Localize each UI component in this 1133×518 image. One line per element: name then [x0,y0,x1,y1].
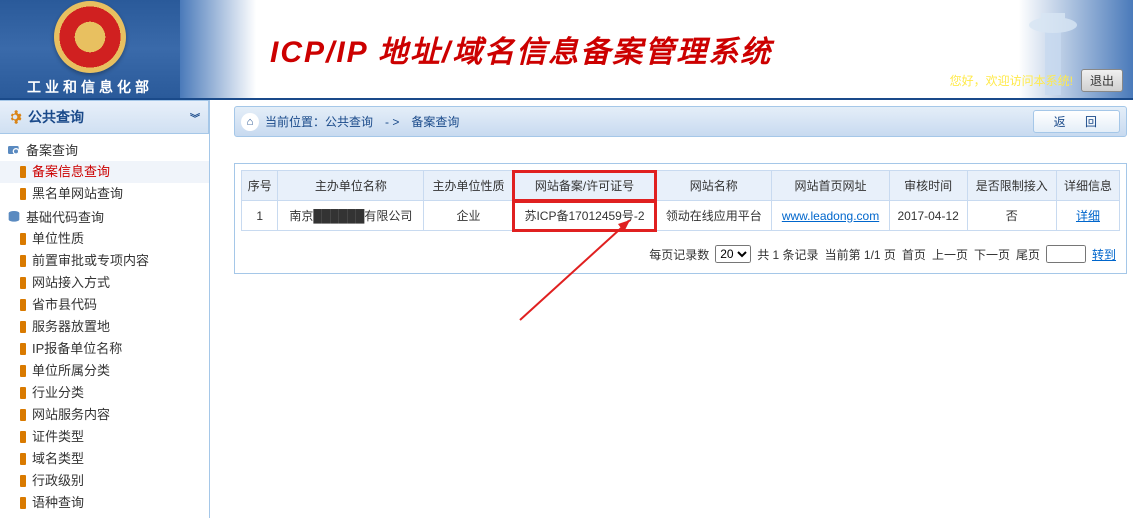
bullet-icon [20,409,26,421]
sidebar-item[interactable]: 网站接入方式 [0,272,209,294]
prev-page-link[interactable]: 上一页 [932,246,968,263]
total-records: 共 1 条记录 [757,246,818,263]
back-button[interactable]: 返 回 [1033,110,1120,133]
table-cell: 企业 [424,201,513,231]
table-cell: 否 [967,201,1056,231]
bullet-icon [20,321,26,333]
sidebar-item[interactable]: 服务器放置地 [0,316,209,338]
header-right: 您好，欢迎访问本系统! 退出 [950,69,1123,92]
pagination: 每页记录数 20 共 1 条记录 当前第 1/1 页 首页 上一页 下一页 尾页… [241,241,1120,267]
breadcrumb-bar: ⌂ 当前位置：公共查询 - > 备案查询 返 回 [234,106,1127,137]
national-emblem-icon [54,1,126,73]
bullet-icon [20,453,26,465]
table-cell: www.leadong.com [772,201,890,231]
site-url-link[interactable]: www.leadong.com [782,209,879,223]
bullet-icon [20,497,26,509]
table-header: 网站首页网址 [772,171,890,201]
table-cell: 1 [242,201,278,231]
table-cell: 2017-04-12 [889,201,967,231]
table-header: 主办单位名称 [278,171,424,201]
table-header: 审核时间 [889,171,967,201]
per-page-select[interactable]: 20 [715,245,751,263]
breadcrumb: 当前位置：公共查询 - > 备案查询 [265,113,1027,130]
org-name: 工业和信息化部 [27,77,153,97]
sidebar-item[interactable]: 行业分类 [0,382,209,404]
bullet-icon [20,475,26,487]
bullet-icon [20,431,26,443]
sidebar-item[interactable]: 证件类型 [0,426,209,448]
next-page-link[interactable]: 下一页 [974,246,1010,263]
table-header: 是否限制接入 [967,171,1056,201]
bullet-icon [20,365,26,377]
table-header: 网站备案/许可证号 [513,171,656,201]
sidebar-group-filing[interactable]: 备案查询 [0,138,209,161]
group-label: 基础代码查询 [26,207,104,226]
home-icon[interactable]: ⌂ [241,113,259,131]
table-cell: 苏ICP备17012459号-2 [513,201,656,231]
sidebar-item[interactable]: 语种查询 [0,492,209,514]
sidebar-item[interactable]: 前置审批或专项内容 [0,250,209,272]
bullet-icon [20,166,26,178]
bullet-icon [20,299,26,311]
goto-page-link[interactable]: 转到 [1092,246,1116,263]
bullet-icon [20,387,26,399]
sidebar-tree: 备案查询 备案信息查询 黑名单网站查询 基础代码查询 单位性质前置审批或专项内容… [0,134,209,518]
sidebar-item-blacklist[interactable]: 黑名单网站查询 [0,183,209,205]
app-header: 工业和信息化部 ICP/IP 地址/域名信息备案管理系统 您好，欢迎访问本系统!… [0,0,1133,100]
group-label: 备案查询 [26,140,78,159]
gear-icon [8,110,22,124]
bullet-icon [20,277,26,289]
search-folder-icon [6,142,22,158]
table-cell: 详细 [1056,201,1119,231]
main-content: ⌂ 当前位置：公共查询 - > 备案查询 返 回 序号主办单位名称主办单位性质网… [210,100,1133,518]
first-page-link[interactable]: 首页 [902,246,926,263]
results-panel: 序号主办单位名称主办单位性质网站备案/许可证号网站名称网站首页网址审核时间是否限… [234,163,1127,274]
goto-page-input[interactable] [1046,245,1086,263]
detail-link[interactable]: 详细 [1076,209,1100,223]
bullet-icon [20,255,26,267]
table-header: 序号 [242,171,278,201]
sidebar-item[interactable]: IP报备单位名称 [0,338,209,360]
sidebar-title: 公共查询 [28,107,84,127]
table-cell: 领动在线应用平台 [656,201,772,231]
per-page-label: 每页记录数 [649,246,709,263]
last-page-link[interactable]: 尾页 [1016,246,1040,263]
table-cell: 南京██████有限公司 [278,201,424,231]
sidebar: 公共查询 ︾ 备案查询 备案信息查询 黑名单网站查询 基础代码查询 单位性质前置… [0,100,210,518]
app-title: ICP/IP 地址/域名信息备案管理系统 [270,27,1133,71]
sidebar-item[interactable]: 单位性质 [0,228,209,250]
sidebar-item[interactable]: 单位所属分类 [0,360,209,382]
results-table: 序号主办单位名称主办单位性质网站备案/许可证号网站名称网站首页网址审核时间是否限… [241,170,1120,231]
bullet-icon [20,343,26,355]
sidebar-item[interactable]: 省市县代码 [0,294,209,316]
sidebar-item[interactable]: 网站服务内容 [0,404,209,426]
bullet-icon [20,188,26,200]
logout-button[interactable]: 退出 [1081,69,1123,92]
sidebar-item[interactable]: 域名类型 [0,448,209,470]
sidebar-item[interactable]: 行政级别 [0,470,209,492]
table-header: 网站名称 [656,171,772,201]
database-icon [6,209,22,225]
emblem-block: 工业和信息化部 [0,1,180,97]
table-header: 详细信息 [1056,171,1119,201]
bullet-icon [20,233,26,245]
table-header: 主办单位性质 [424,171,513,201]
table-row: 1南京██████有限公司企业苏ICP备17012459号-2领动在线应用平台 w… [242,201,1120,231]
sidebar-item-filing-info[interactable]: 备案信息查询 [0,161,209,183]
chevron-down-icon: ︾ [190,110,200,125]
sidebar-header[interactable]: 公共查询 ︾ [0,100,209,134]
current-page: 当前第 1/1 页 [825,246,896,263]
welcome-text: 您好，欢迎访问本系统! [950,72,1073,89]
sidebar-group-basecode[interactable]: 基础代码查询 [0,205,209,228]
